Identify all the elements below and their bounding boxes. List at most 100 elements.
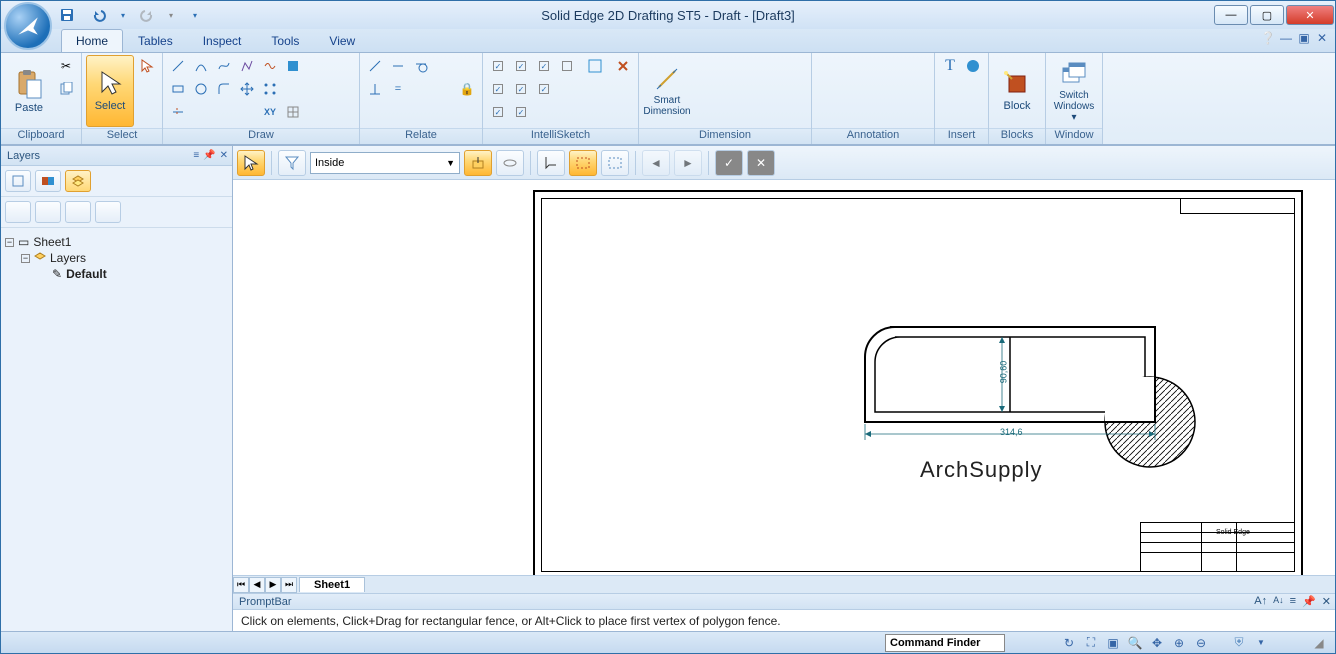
scale-icon[interactable] [333, 55, 355, 77]
is-8-icon[interactable] [556, 78, 578, 100]
doc-close-icon[interactable]: ✕ [1315, 31, 1329, 45]
layer-off-icon[interactable] [65, 201, 91, 223]
line-icon[interactable] [167, 55, 189, 77]
sheet-next-icon[interactable]: ▶ [265, 577, 281, 593]
undo-icon[interactable] [88, 4, 110, 26]
leader-icon[interactable] [816, 55, 838, 77]
draw-misc-icon[interactable] [310, 101, 332, 123]
new-layer-icon[interactable] [5, 201, 31, 223]
cb-opt2-icon[interactable] [569, 150, 597, 176]
cb-fence-mode-select[interactable]: Inside▼ [310, 152, 460, 174]
redo-icon[interactable] [136, 4, 158, 26]
ann-e-icon[interactable] [908, 78, 930, 100]
ins-d-icon[interactable] [962, 101, 984, 123]
promptbar-pin-icon[interactable]: 📌 [1302, 595, 1316, 608]
status-resize-grip-icon[interactable]: ◢ [1311, 635, 1327, 651]
cb-cancel-icon[interactable]: ✕ [747, 150, 775, 176]
tree-item-layers[interactable]: − Layers [5, 250, 228, 266]
command-finder-input[interactable]: Command Finder [885, 634, 1005, 652]
ins-a-icon[interactable] [939, 78, 961, 100]
dim-b-icon[interactable] [716, 78, 738, 100]
tab-home[interactable]: Home [61, 29, 123, 52]
surface-icon[interactable] [885, 55, 907, 77]
copy-icon[interactable] [55, 78, 77, 100]
select-button[interactable]: Select [86, 55, 134, 127]
sheet-prev-icon[interactable]: ◀ [249, 577, 265, 593]
fill-icon[interactable] [282, 55, 304, 77]
panel-options-icon[interactable]: ≡ [193, 150, 199, 161]
ann-f-icon[interactable] [816, 101, 838, 123]
dim-h-icon[interactable] [739, 101, 761, 123]
status-zoom-fit-icon[interactable]: ▣ [1105, 635, 1121, 651]
dim-f-icon[interactable] [693, 101, 715, 123]
rectangle-icon[interactable] [167, 78, 189, 100]
construction-icon[interactable] [282, 78, 304, 100]
paste-button[interactable]: Paste [5, 55, 53, 127]
sheet-last-icon[interactable]: ⏭ [281, 577, 297, 593]
feature-tree-tab-icon[interactable] [5, 170, 31, 192]
dim-linear-icon[interactable] [693, 55, 715, 77]
dim-c-icon[interactable] [739, 78, 761, 100]
is-6-icon[interactable]: ✓ [510, 78, 532, 100]
relate-c-icon[interactable] [410, 101, 432, 123]
doc-minimize-icon[interactable]: — [1279, 31, 1293, 45]
is-7-icon[interactable]: ✓ [533, 78, 555, 100]
tree-item-default[interactable]: ✎ Default [5, 266, 228, 282]
text-icon[interactable]: T [939, 55, 961, 77]
select-tool-icon[interactable] [136, 55, 158, 77]
panel-close-icon[interactable]: ✕ [220, 150, 228, 161]
is-12-icon[interactable] [556, 101, 578, 123]
balloon-icon[interactable] [839, 55, 861, 77]
cb-filter-icon[interactable] [278, 150, 306, 176]
status-sync-icon[interactable]: ↻ [1061, 635, 1077, 651]
save-icon[interactable] [56, 4, 78, 26]
ann-a-icon[interactable] [816, 78, 838, 100]
cb-accept-icon[interactable]: ✓ [715, 150, 743, 176]
ann-g-icon[interactable] [839, 101, 861, 123]
lock-icon[interactable]: 🔒 [456, 78, 478, 100]
cb-clearsel-icon[interactable] [496, 150, 524, 176]
doc-restore-icon[interactable]: ▣ [1297, 31, 1311, 45]
mirror-icon[interactable] [310, 55, 332, 77]
collinear-icon[interactable] [433, 78, 455, 100]
is-center-icon[interactable]: ✓ [533, 55, 555, 77]
status-zoom-area-icon[interactable]: ⛶ [1083, 635, 1099, 651]
text-xy-icon[interactable]: XY [259, 101, 281, 123]
dim-diameter-icon[interactable] [762, 55, 784, 77]
offset-icon[interactable] [236, 101, 258, 123]
cb-prev-icon[interactable]: ◄ [642, 150, 670, 176]
tab-view[interactable]: View [314, 29, 370, 52]
status-dropdown-icon[interactable]: ▼ [1253, 635, 1269, 651]
tab-tools[interactable]: Tools [256, 29, 314, 52]
is-9-icon[interactable]: ✓ [487, 101, 509, 123]
select-options-icon[interactable] [136, 78, 158, 100]
image-icon[interactable] [962, 55, 984, 77]
dim-i-icon[interactable] [762, 101, 784, 123]
font-decrease-icon[interactable]: A↓ [1273, 595, 1284, 608]
status-zoom-out-icon[interactable]: ⊖ [1193, 635, 1209, 651]
maximize-button[interactable]: ▢ [1250, 5, 1284, 25]
ann-h-icon[interactable] [862, 101, 884, 123]
extend-icon[interactable] [190, 101, 212, 123]
cb-deselect-icon[interactable] [464, 150, 492, 176]
layer-on-icon[interactable] [35, 201, 61, 223]
cb-next-icon[interactable]: ► [674, 150, 702, 176]
is-5-icon[interactable]: ✓ [487, 78, 509, 100]
cb-opt3-icon[interactable] [601, 150, 629, 176]
tab-inspect[interactable]: Inspect [188, 29, 257, 52]
stretch-icon[interactable] [310, 78, 332, 100]
is-endpoint-icon[interactable]: ✓ [487, 55, 509, 77]
rotate-icon[interactable] [333, 78, 355, 100]
cut-icon[interactable]: ✂ [55, 55, 77, 77]
groups-tab-icon[interactable] [35, 170, 61, 192]
tangent-icon[interactable] [410, 55, 432, 77]
collapse-icon[interactable]: − [21, 254, 30, 263]
dim-radial-icon[interactable] [739, 55, 761, 77]
status-pan-icon[interactable]: ✥ [1149, 635, 1165, 651]
grid-icon[interactable] [282, 101, 304, 123]
sheet-first-icon[interactable]: ⏮ [233, 577, 249, 593]
layers-tab-icon[interactable] [65, 170, 91, 192]
relate-b-icon[interactable] [387, 101, 409, 123]
cb-opt1-icon[interactable] [537, 150, 565, 176]
ann-d-icon[interactable] [885, 78, 907, 100]
